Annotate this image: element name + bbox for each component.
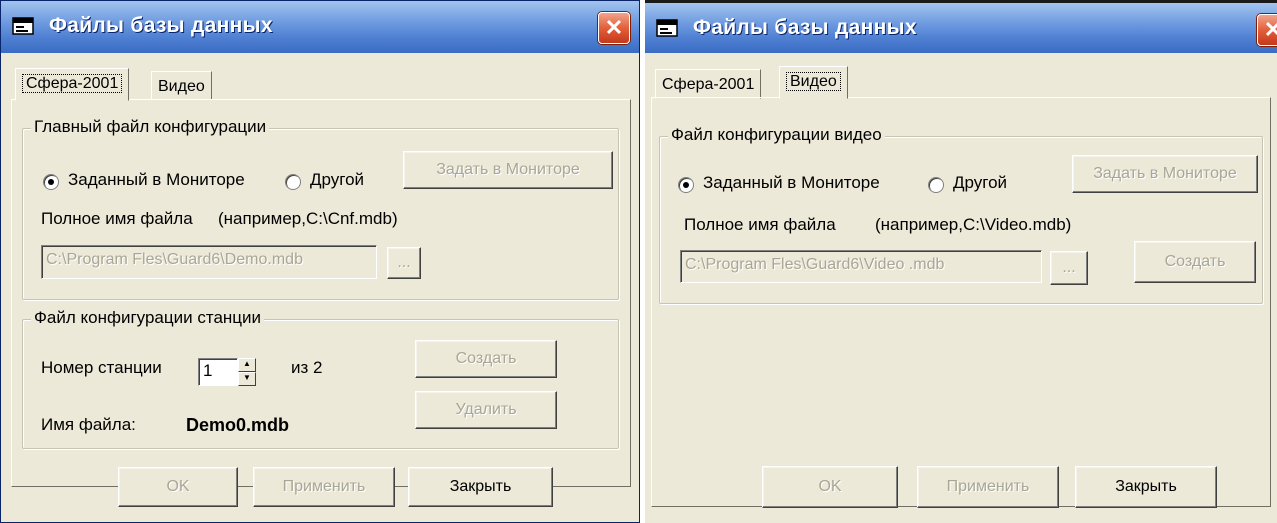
tab-panel: Главный файл конфигурации Заданный в Мон… bbox=[11, 99, 631, 487]
database-window-icon bbox=[656, 19, 678, 37]
tab-video[interactable]: Видео bbox=[151, 71, 212, 100]
ok-button[interactable]: OK bbox=[118, 467, 238, 507]
station-number-stepper[interactable]: ▲ ▼ bbox=[238, 358, 256, 386]
radio-other[interactable] bbox=[285, 174, 301, 190]
apply-button[interactable]: Применить bbox=[253, 467, 395, 507]
radio-monitor-label: Заданный в Мониторе bbox=[703, 173, 880, 192]
window-title: Файлы базы данных bbox=[49, 14, 273, 37]
spin-up-icon[interactable]: ▲ bbox=[238, 358, 256, 372]
right-dialog-window: Файлы базы данных ✕ Сфера-2001 Видео Фай… bbox=[645, 0, 1277, 523]
close-icon[interactable]: ✕ bbox=[1257, 14, 1277, 46]
station-config-group: Файл конфигурации станции Номер станции … bbox=[22, 308, 619, 449]
tab-sfera-2001[interactable]: Сфера-2001 bbox=[655, 69, 762, 99]
fullname-label: Полное имя файла bbox=[684, 215, 836, 234]
apply-button[interactable]: Применить bbox=[917, 466, 1059, 508]
radio-other-label: Другой bbox=[310, 170, 365, 189]
spin-down-icon[interactable]: ▼ bbox=[238, 372, 256, 386]
database-window-icon bbox=[12, 17, 34, 35]
fullname-label: Полное имя файла bbox=[41, 209, 193, 228]
main-config-group: Главный файл конфигурации Заданный в Мон… bbox=[22, 117, 619, 300]
radio-other[interactable] bbox=[928, 177, 944, 193]
create-button[interactable]: Создать bbox=[1134, 241, 1256, 283]
radio-monitor[interactable] bbox=[43, 174, 59, 190]
group-legend: Главный файл конфигурации bbox=[31, 117, 270, 137]
example-hint: (например,C:\Cnf.mdb) bbox=[218, 209, 398, 228]
radio-monitor-label: Заданный в Мониторе bbox=[68, 170, 245, 189]
station-count-label: из 2 bbox=[291, 358, 323, 377]
title-bar[interactable]: Файлы базы данных ✕ bbox=[645, 3, 1277, 53]
delete-button[interactable]: Удалить bbox=[415, 391, 557, 429]
set-in-monitor-button[interactable]: Задать в Мониторе bbox=[1072, 155, 1258, 193]
ok-button[interactable]: OK bbox=[762, 466, 898, 508]
window-title: Файлы базы данных bbox=[693, 16, 917, 39]
tab-sfera-2001[interactable]: Сфера-2001 bbox=[15, 68, 130, 101]
example-hint: (например,C:\Video.mdb) bbox=[875, 215, 1072, 234]
video-config-group: Файл конфигурации видео Заданный в Монит… bbox=[659, 125, 1263, 304]
tab-panel: Файл конфигурации видео Заданный в Монит… bbox=[651, 97, 1271, 507]
tab-video[interactable]: Видео bbox=[779, 66, 848, 99]
left-dialog-window: Файлы базы данных ✕ Сфера-2001 Видео Гла… bbox=[0, 0, 640, 523]
config-path-field[interactable]: C:\Program Fles\Guard6\Demo.mdb bbox=[41, 245, 377, 279]
title-bar[interactable]: Файлы базы данных ✕ bbox=[1, 1, 639, 53]
group-legend: Файл конфигурации станции bbox=[31, 308, 265, 328]
station-number-input[interactable]: 1 bbox=[198, 358, 238, 386]
create-button[interactable]: Создать bbox=[415, 340, 557, 378]
filename-value: Demo0.mdb bbox=[186, 415, 290, 435]
browse-button[interactable]: ... bbox=[1050, 251, 1088, 285]
set-in-monitor-button[interactable]: Задать в Мониторе bbox=[403, 151, 613, 189]
video-path-field[interactable]: C:\Program Fles\Guard6\Video .mdb bbox=[680, 250, 1042, 283]
group-legend: Файл конфигурации видео bbox=[668, 125, 885, 145]
close-icon[interactable]: ✕ bbox=[598, 12, 630, 44]
radio-monitor[interactable] bbox=[678, 177, 694, 193]
filename-label: Имя файла: bbox=[41, 415, 136, 434]
station-number-label: Номер станции bbox=[41, 358, 162, 377]
browse-button[interactable]: ... bbox=[387, 247, 421, 279]
close-button[interactable]: Закрыть bbox=[408, 467, 553, 507]
radio-other-label: Другой bbox=[953, 173, 1008, 192]
close-button[interactable]: Закрыть bbox=[1075, 466, 1217, 508]
